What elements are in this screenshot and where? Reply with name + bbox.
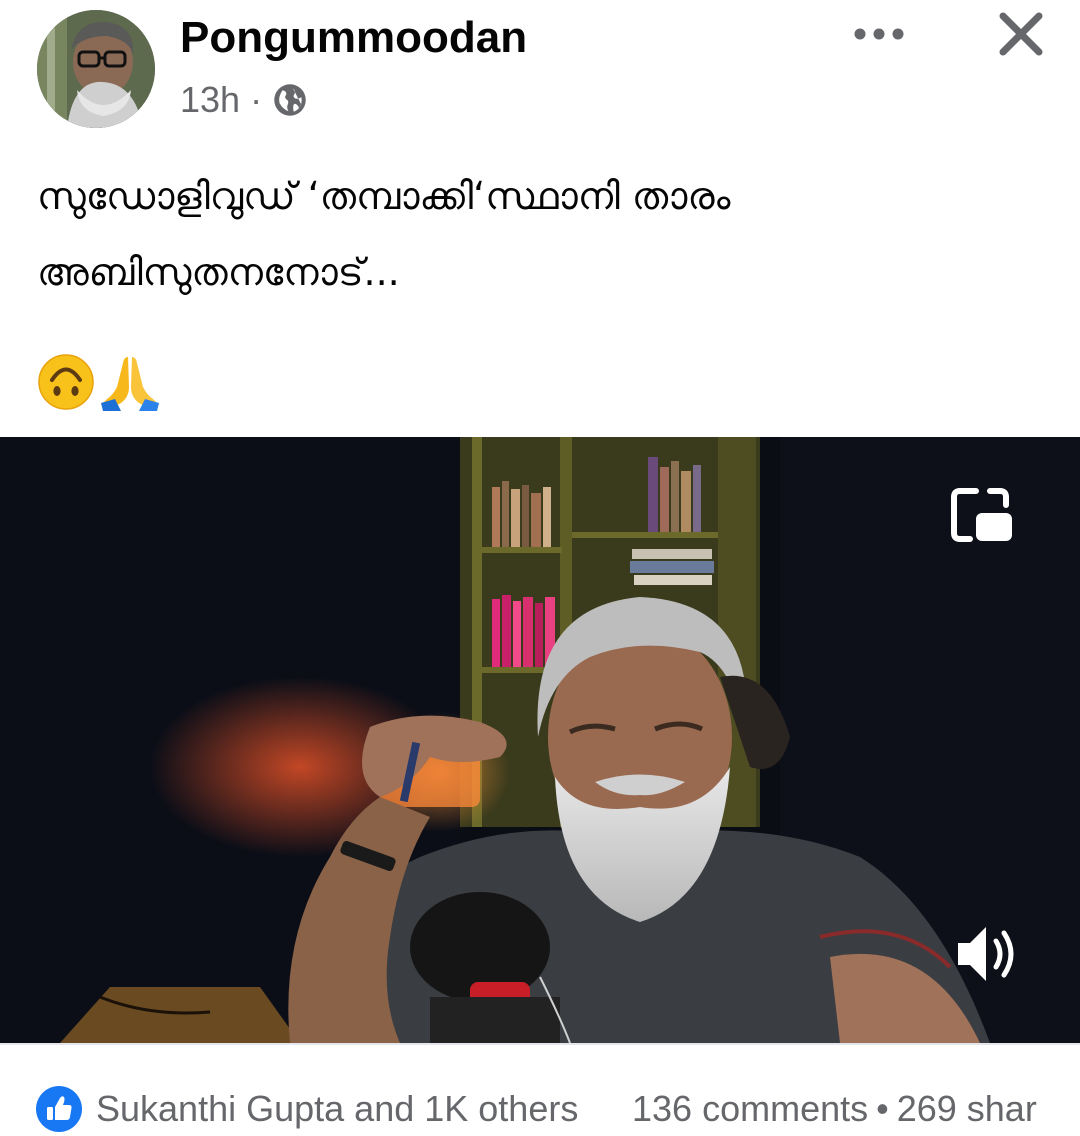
volume-button[interactable] [952,921,1024,987]
footer-divider [0,1043,1080,1045]
post-header: Pongummoodan 13h · [0,0,1080,140]
upside-down-face-icon [38,354,94,410]
counts-separator: • [876,1088,889,1129]
close-button[interactable] [990,6,1052,62]
post-text-line-2: അബിസുതനനോട്... [37,250,400,294]
shares-count[interactable]: 269 shar [897,1088,1037,1129]
volume-icon [958,927,1014,981]
meta-separator: · [250,79,263,120]
post-emojis [37,352,161,412]
reactions-summary[interactable]: Sukanthi Gupta and 1K others [96,1086,578,1132]
more-horizontal-icon [854,28,904,40]
video-player[interactable] [0,437,1080,1043]
close-icon [999,12,1043,56]
more-options-button[interactable] [846,14,912,54]
engagement-counts: 136 comments • 269 shar [632,1086,1037,1132]
comments-count[interactable]: 136 comments [632,1088,868,1129]
author-avatar[interactable] [37,10,155,128]
post-text-line-1: സുഡോളിവുഡ് ‘തമ്പാക്കി‘സ്ഥാനി താരം [37,174,731,218]
picture-in-picture-icon [951,488,1012,542]
picture-in-picture-button[interactable] [946,483,1016,547]
author-name[interactable]: Pongummoodan [180,12,527,64]
post-meta: 13h · [180,78,308,122]
post-time[interactable]: 13h [180,79,240,121]
globe-icon[interactable] [272,82,308,118]
video-frame [0,437,1080,1043]
avatar-portrait [37,10,155,128]
post-stats: Sukanthi Gupta and 1K others 136 comment… [0,1080,1080,1136]
post-text: സുഡോളിവുഡ് ‘തമ്പാക്കി‘സ്ഥാനി താരം അബിസുത… [37,158,1047,310]
folded-hands-icon [101,357,159,411]
like-reaction-icon [36,1086,82,1132]
